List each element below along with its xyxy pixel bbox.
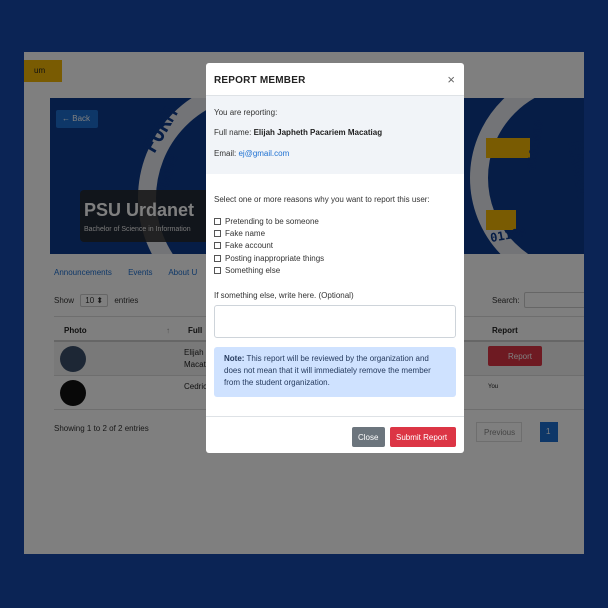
checkbox-icon[interactable]	[214, 255, 221, 262]
fullname-value: Elijah Japheth Pacariem Macatiag	[253, 128, 383, 137]
reason-prompt: Select one or more reasons why you want …	[214, 195, 430, 204]
email-value[interactable]: ej@gmail.com	[238, 149, 289, 158]
note-text: This report will be reviewed by the orga…	[224, 354, 431, 387]
modal-title: REPORT MEMBER	[214, 75, 306, 86]
reason-label: Fake account	[225, 241, 274, 250]
reason-label: Posting inappropriate things	[225, 254, 325, 263]
checkbox-icon[interactable]	[214, 267, 221, 274]
report-member-modal: REPORT MEMBER × You are reporting: Full …	[206, 63, 464, 453]
note-alert: Note: This report will be reviewed by th…	[214, 347, 456, 397]
modal-header: REPORT MEMBER ×	[206, 63, 464, 96]
reason-label: Fake name	[225, 229, 266, 238]
note-label: Note:	[224, 354, 245, 363]
reason-checkbox[interactable]: Pretending to be someone	[214, 217, 319, 226]
checkbox-icon[interactable]	[214, 230, 221, 237]
email-line: Email: ej@gmail.com	[214, 149, 289, 158]
close-icon[interactable]: ×	[447, 72, 455, 87]
submit-report-button[interactable]: Submit Report	[390, 427, 456, 447]
something-else-label: If something else, write here. (Optional…	[214, 291, 354, 300]
reason-checkbox[interactable]: Something else	[214, 266, 280, 275]
reporting-label: You are reporting:	[214, 108, 278, 117]
reason-checkbox[interactable]: Fake name	[214, 229, 265, 238]
checkbox-icon[interactable]	[214, 218, 221, 225]
email-label: Email:	[214, 149, 237, 158]
reason-checkbox[interactable]: Posting inappropriate things	[214, 254, 324, 263]
reported-user-info: You are reporting: Full name: Elijah Jap…	[206, 96, 464, 174]
reason-checkbox[interactable]: Fake account	[214, 241, 273, 250]
checkbox-icon[interactable]	[214, 242, 221, 249]
something-else-textarea[interactable]	[214, 305, 456, 338]
fullname-line: Full name: Elijah Japheth Pacariem Macat…	[214, 128, 382, 137]
reason-label: Pretending to be someone	[225, 217, 319, 226]
close-button[interactable]: Close	[352, 427, 385, 447]
reason-label: Something else	[225, 266, 281, 275]
modal-footer: Close Submit Report	[206, 416, 464, 453]
fullname-label: Full name:	[214, 128, 252, 137]
